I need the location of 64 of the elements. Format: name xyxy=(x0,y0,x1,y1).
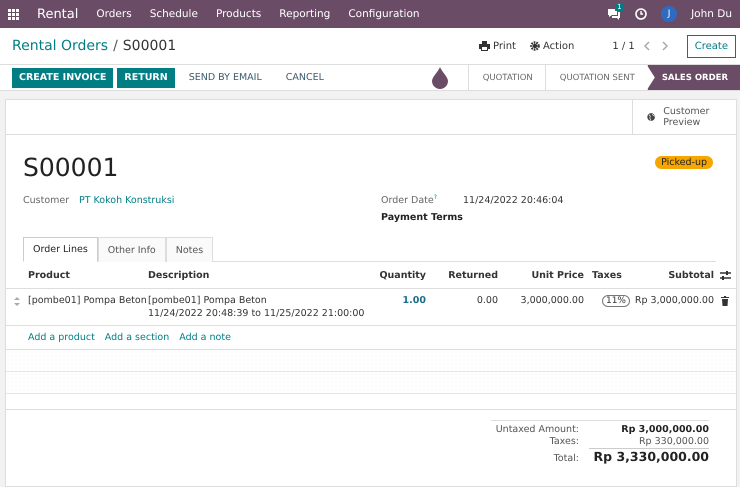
column-settings-icon[interactable] xyxy=(720,270,730,280)
add-line-link[interactable]: Add a product xyxy=(28,332,95,344)
column-header[interactable]: Unit Price xyxy=(498,270,584,281)
column-header[interactable]: Taxes xyxy=(584,270,634,281)
add-line-link[interactable]: Add a note xyxy=(179,332,231,344)
table-cell: [pombe01] Pompa Beton xyxy=(28,295,148,306)
drop-icon xyxy=(432,66,448,88)
breadcrumb-separator: / xyxy=(113,38,118,54)
menu-item[interactable]: Reporting xyxy=(279,8,330,20)
action-button[interactable]: CREATE INVOICE xyxy=(12,68,114,88)
table-cell-text: [pombe01] Pompa Beton xyxy=(148,295,268,306)
apps-menu-icon[interactable] xyxy=(8,8,19,20)
print-button[interactable]: Print xyxy=(474,40,520,52)
order-name: S00001 xyxy=(23,153,118,182)
status-step[interactable]: SALES ORDER xyxy=(646,65,740,90)
total-value: Rp 3,000,000.00 xyxy=(620,424,709,436)
tax-tag: 11% xyxy=(602,295,630,308)
menu-item[interactable]: Products xyxy=(216,8,262,20)
table-cell-text: 3,000,000.00 xyxy=(520,295,584,306)
tab[interactable]: Notes xyxy=(166,237,214,262)
column-header[interactable]: Subtotal xyxy=(634,270,714,281)
status-badge: Picked-up xyxy=(655,156,713,169)
clock-icon[interactable] xyxy=(635,8,648,20)
user-avatar[interactable]: J xyxy=(661,6,678,22)
create-button[interactable]: Create xyxy=(686,34,736,58)
breadcrumb-current: S00001 xyxy=(122,38,176,54)
trash-icon[interactable] xyxy=(721,296,729,306)
menu-item[interactable]: Orders xyxy=(96,8,132,20)
drag-handle-icon[interactable] xyxy=(14,297,20,306)
total-value: Rp 3,330,000.00 xyxy=(589,448,709,464)
total-value: Rp 330,000.00 xyxy=(638,436,709,448)
total-label: Taxes: xyxy=(548,436,579,448)
action-button[interactable]: Action xyxy=(526,40,578,52)
total-label: Untaxed Amount: xyxy=(494,424,579,436)
user-name[interactable]: John Du xyxy=(691,8,732,20)
chat-icon[interactable] xyxy=(607,8,622,20)
action-button[interactable]: RETURN xyxy=(117,68,175,88)
field-label: Payment Terms xyxy=(381,212,463,224)
field-label: Order Date$^{?}$ xyxy=(381,194,438,206)
tab[interactable]: Order Lines xyxy=(23,237,98,262)
app-name[interactable]: Rental xyxy=(37,6,78,22)
column-header[interactable]: Description xyxy=(148,270,366,281)
globe-icon xyxy=(647,110,656,124)
column-header[interactable]: Product xyxy=(28,270,148,281)
menu-item[interactable]: Schedule xyxy=(150,8,198,20)
table-cell: Rp 3,000,000.00 xyxy=(634,295,714,306)
printer-icon xyxy=(478,41,490,51)
total-label: Total: xyxy=(552,453,579,464)
gear-icon xyxy=(530,41,540,51)
table-cell-text: 1.00 xyxy=(402,295,426,306)
field-label: Customer xyxy=(23,194,70,206)
breadcrumb-link[interactable]: Rental Orders xyxy=(12,38,108,54)
tab[interactable]: Other Info xyxy=(98,237,166,262)
column-header[interactable]: Returned xyxy=(426,270,498,281)
order-date: 11/24/2022 20:46:04 xyxy=(463,194,564,206)
pager-value: 1 / 1 xyxy=(612,40,635,52)
customer-link[interactable]: PT Kokoh Konstruksi xyxy=(79,194,381,206)
action-button[interactable]: CANCEL xyxy=(276,68,334,88)
column-header[interactable]: Quantity xyxy=(366,270,426,281)
menu-item[interactable]: Configuration xyxy=(348,8,420,20)
rental-period: 11/24/2022 20:48:39 to 11/25/2022 21:00:00 xyxy=(148,308,366,320)
add-line-link[interactable]: Add a section xyxy=(104,332,170,344)
action-button[interactable]: SEND BY EMAIL xyxy=(178,68,272,88)
table-cell-text: 0.00 xyxy=(476,295,498,306)
